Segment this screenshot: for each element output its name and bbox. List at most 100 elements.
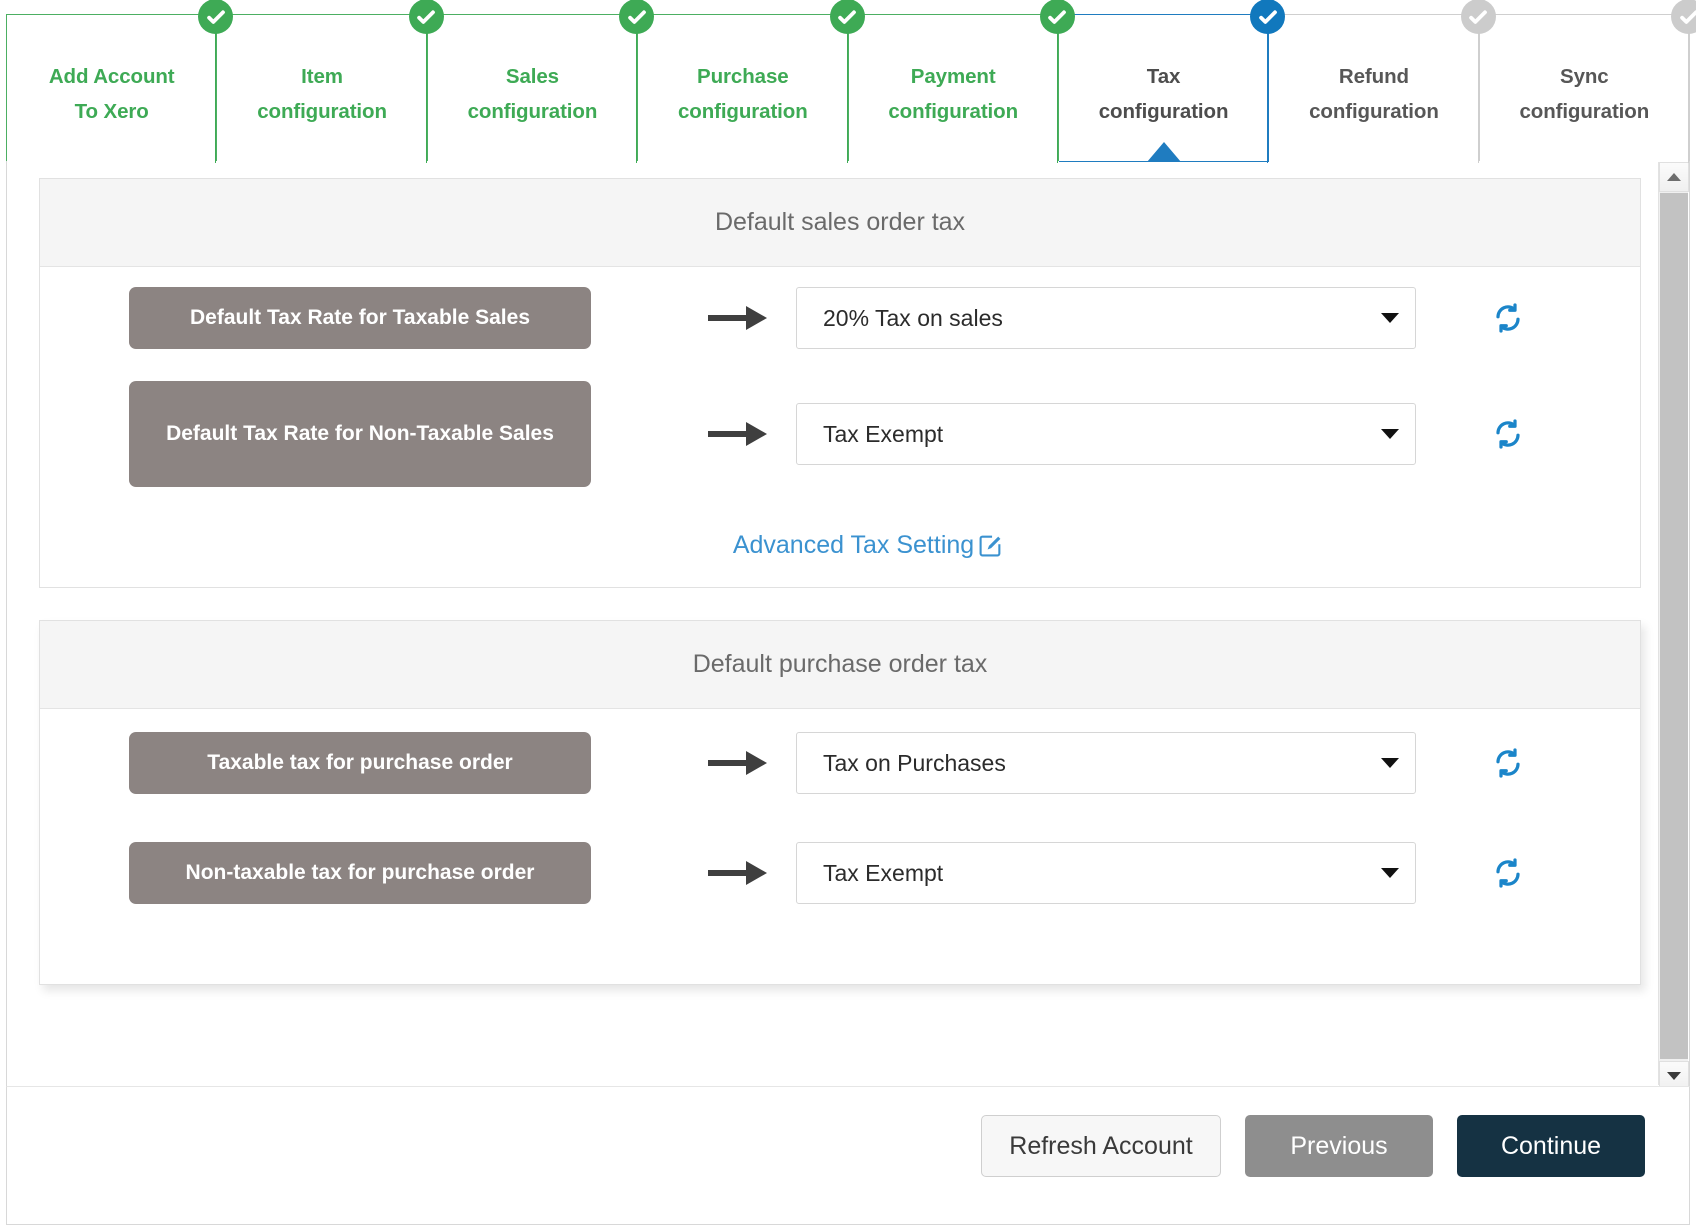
tag-cell: Default Tax Rate for Taxable Sales	[40, 287, 680, 349]
default-tax-rate-non-taxable-sales-select[interactable]: Tax Exempt	[796, 403, 1416, 465]
step-connector	[846, 15, 848, 163]
step-connector	[1477, 15, 1479, 163]
step-label: Purchase configuration	[677, 65, 808, 124]
scroll-down-arrow-icon	[1667, 1072, 1681, 1080]
step-connector	[215, 15, 217, 163]
tag-cell: Taxable tax for purchase order	[40, 732, 680, 794]
tax-setting-row: Default Tax Rate for Taxable Sales 20% T…	[40, 267, 1640, 369]
check-circle-icon	[408, 0, 444, 34]
continue-button[interactable]: Continue	[1457, 1115, 1645, 1177]
select-cell: Tax on Purchases	[796, 732, 1418, 794]
wizard-footer: Refresh Account Previous Continue	[6, 1086, 1690, 1225]
advanced-tax-setting-label: Advanced Tax Setting	[732, 530, 975, 559]
step-label: Payment configuration	[888, 65, 1019, 124]
check-circle-icon	[1039, 0, 1075, 34]
arrow-cell	[680, 858, 796, 888]
panel-body: Taxable tax for purchase order Tax on Pu…	[40, 709, 1640, 929]
scroll-up-arrow-icon	[1667, 173, 1681, 181]
tag-cell: Default Tax Rate for Non-Taxable Sales	[40, 381, 680, 487]
check-circle-icon	[1460, 0, 1496, 34]
step-label: Add Account To Xero	[48, 65, 175, 124]
taxable-tax-purchase-order-label[interactable]: Taxable tax for purchase order	[129, 732, 591, 794]
step-label: Sync configuration	[1519, 65, 1650, 124]
step-label: Refund configuration	[1309, 65, 1439, 124]
default-tax-rate-taxable-sales-select[interactable]: 20% Tax on sales	[796, 287, 1416, 349]
default-sales-order-tax-panel: Default sales order tax Default Tax Rate…	[39, 178, 1641, 588]
default-tax-rate-non-taxable-sales-label[interactable]: Default Tax Rate for Non-Taxable Sales	[129, 381, 591, 487]
check-circle-icon	[829, 0, 865, 34]
arrow-right-icon	[708, 306, 767, 330]
advanced-tax-setting-row: Advanced Tax Setting	[40, 499, 1640, 591]
step-connector	[1056, 15, 1058, 163]
panel-body: Default Tax Rate for Taxable Sales 20% T…	[40, 267, 1640, 591]
default-tax-rate-taxable-sales-label[interactable]: Default Tax Rate for Taxable Sales	[129, 287, 591, 349]
pencil-square-icon	[979, 535, 1001, 556]
step-tax-configuration[interactable]: Tax configuration	[1058, 0, 1286, 163]
chevron-down-icon	[1381, 429, 1399, 439]
tax-setting-row: Default Tax Rate for Non-Taxable Sales T…	[40, 369, 1640, 499]
refresh-cell	[1418, 748, 1598, 778]
chevron-down-icon	[1381, 313, 1399, 323]
step-add-account-to-xero[interactable]: Add Account To Xero	[6, 0, 234, 163]
tag-cell: Non-taxable tax for purchase order	[40, 842, 680, 904]
step-sync-configuration[interactable]: Sync configuration	[1479, 0, 1696, 163]
arrow-cell	[680, 419, 796, 449]
footer-actions: Refresh Account Previous Continue	[981, 1115, 1645, 1177]
refresh-cell	[1418, 858, 1598, 888]
vertical-scrollbar[interactable]	[1658, 162, 1689, 1091]
arrow-cell	[680, 303, 796, 333]
chevron-down-icon	[1381, 758, 1399, 768]
refresh-cell	[1418, 303, 1598, 333]
step-connector	[636, 15, 638, 163]
panel-header: Default purchase order tax	[40, 621, 1640, 709]
arrow-right-icon	[708, 861, 767, 885]
arrow-right-icon	[708, 422, 767, 446]
select-value: Tax Exempt	[823, 859, 944, 886]
scroll-up-button[interactable]	[1659, 162, 1689, 192]
step-item-configuration[interactable]: Item configuration	[217, 0, 444, 163]
scroll-area: Default sales order tax Default Tax Rate…	[7, 161, 1657, 1086]
step-label: Sales configuration	[467, 65, 598, 124]
wizard-content: Default sales order tax Default Tax Rate…	[6, 161, 1690, 1091]
panel-title: Default purchase order tax	[692, 650, 988, 678]
scrollbar-thumb[interactable]	[1660, 193, 1688, 1059]
panel-title: Default sales order tax	[714, 208, 966, 236]
refresh-icon[interactable]	[1493, 303, 1523, 333]
setup-stepper: Add Account To Xero Item configuration S…	[6, 0, 1696, 163]
arrow-right-icon	[708, 751, 767, 775]
tax-setting-row: Taxable tax for purchase order Tax on Pu…	[40, 709, 1640, 817]
non-taxable-tax-purchase-order-label[interactable]: Non-taxable tax for purchase order	[129, 842, 591, 904]
select-cell: 20% Tax on sales	[796, 287, 1418, 349]
tax-setting-row: Non-taxable tax for purchase order Tax E…	[40, 817, 1640, 929]
step-connector	[425, 15, 427, 163]
refresh-account-button[interactable]: Refresh Account	[981, 1115, 1221, 1177]
select-value: Tax Exempt	[823, 420, 944, 447]
refresh-icon[interactable]	[1493, 748, 1523, 778]
step-label: Item configuration	[257, 65, 387, 124]
advanced-tax-setting-link[interactable]: Advanced Tax Setting	[733, 531, 1003, 560]
refresh-cell	[1418, 419, 1598, 449]
taxable-tax-purchase-order-select[interactable]: Tax on Purchases	[796, 732, 1416, 794]
chevron-down-icon	[1381, 868, 1399, 878]
non-taxable-tax-purchase-order-select[interactable]: Tax Exempt	[796, 842, 1416, 904]
select-cell: Tax Exempt	[796, 403, 1418, 465]
step-payment-configuration[interactable]: Payment configuration	[848, 0, 1075, 163]
refresh-icon[interactable]	[1493, 858, 1523, 888]
refresh-icon[interactable]	[1493, 419, 1523, 449]
step-refund-configuration[interactable]: Refund configuration	[1269, 0, 1496, 163]
select-value: 20% Tax on sales	[823, 304, 1003, 331]
step-purchase-configuration[interactable]: Purchase configuration	[638, 0, 865, 163]
step-sales-configuration[interactable]: Sales configuration	[427, 0, 655, 163]
arrow-cell	[680, 748, 796, 778]
xero-setup-wizard: Add Account To Xero Item configuration S…	[0, 0, 1696, 1231]
previous-button[interactable]: Previous	[1245, 1115, 1433, 1177]
step-connector	[1688, 15, 1689, 163]
check-circle-icon	[1671, 0, 1696, 34]
step-label: Tax configuration	[1098, 65, 1229, 124]
step-connector	[1267, 15, 1269, 163]
select-value: Tax on Purchases	[823, 749, 1006, 776]
select-cell: Tax Exempt	[796, 842, 1418, 904]
active-step-pointer	[1146, 142, 1181, 162]
panel-header: Default sales order tax	[40, 179, 1640, 267]
default-purchase-order-tax-panel: Default purchase order tax Taxable tax f…	[39, 620, 1641, 985]
